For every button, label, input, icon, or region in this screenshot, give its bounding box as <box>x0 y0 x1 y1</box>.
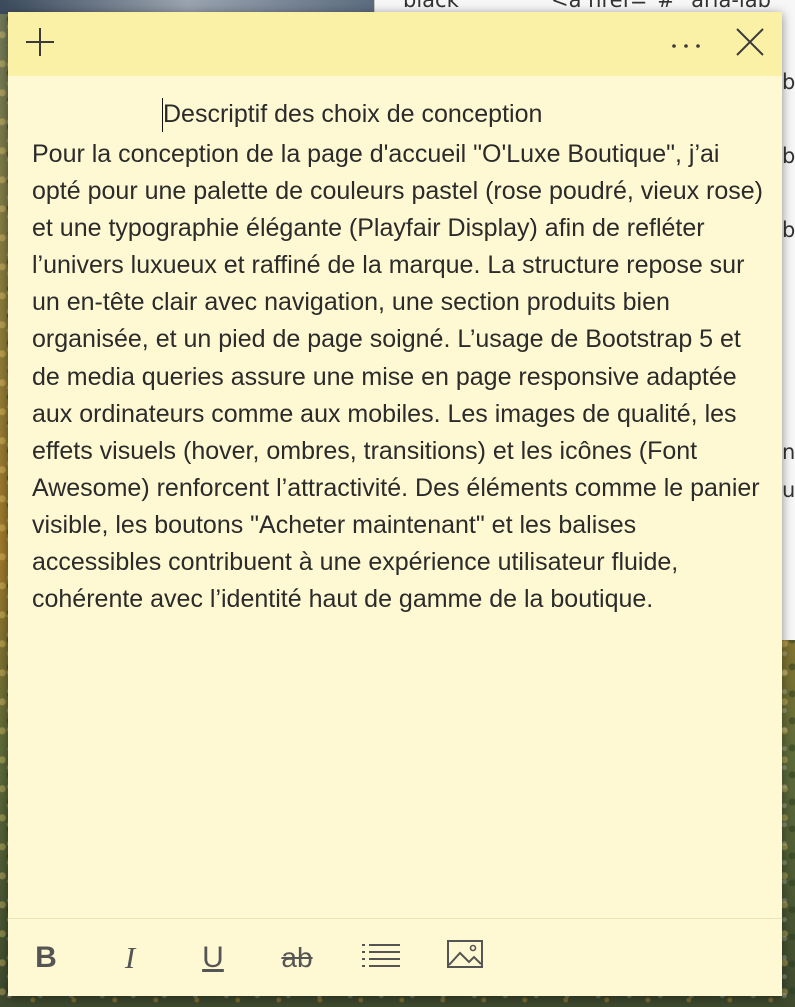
note-body-text: Pour la conception de la page d'accueil … <box>32 140 764 614</box>
formatting-toolbar: B I U ab <box>8 918 782 996</box>
note-title: Descriptif des choix de conception <box>163 100 543 128</box>
background-editor-text: n <box>782 440 795 464</box>
bullet-list-button[interactable] <box>353 919 409 996</box>
strikethrough-button[interactable]: ab <box>269 919 325 996</box>
bold-icon: B <box>35 940 57 974</box>
background-editor-text: b <box>782 218 795 242</box>
close-note-button[interactable] <box>720 12 780 76</box>
sticky-note-titlebar[interactable] <box>8 12 782 76</box>
image-icon <box>447 939 483 976</box>
italic-icon: I <box>124 939 136 975</box>
background-editor-text: black <box>403 0 459 12</box>
new-note-button[interactable] <box>10 12 70 76</box>
insert-image-button[interactable] <box>437 919 493 996</box>
bullet-list-icon <box>362 940 400 976</box>
note-editor[interactable]: Descriptif des choix de conception Pour … <box>8 76 782 918</box>
menu-button[interactable] <box>656 12 716 76</box>
italic-button[interactable]: I <box>102 919 158 996</box>
close-icon <box>736 28 764 60</box>
bold-button[interactable]: B <box>18 919 74 996</box>
sticky-note-window: Descriptif des choix de conception Pour … <box>8 12 782 996</box>
background-editor-text: b <box>782 144 795 168</box>
more-horizontal-icon <box>671 35 701 54</box>
underline-button[interactable]: U <box>185 919 241 996</box>
underline-icon: U <box>202 940 224 974</box>
background-editor-text: <a href="#" aria-lab <box>551 0 771 12</box>
plus-icon <box>25 27 55 61</box>
strikethrough-icon: ab <box>281 941 313 973</box>
background-editor-text: b <box>782 70 795 94</box>
background-editor-text: u <box>782 478 795 502</box>
